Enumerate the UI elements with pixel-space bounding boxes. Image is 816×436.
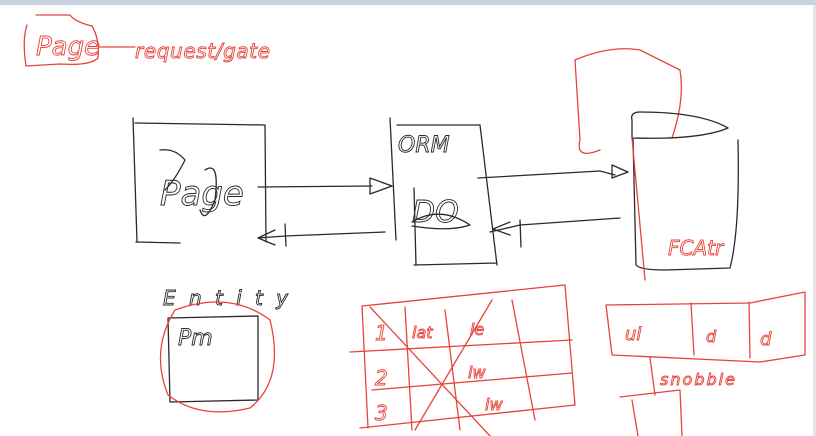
drawing: Page request/gate Page ORM DO FCAtr Enti…: [23, 14, 806, 436]
cell-2: le: [470, 320, 484, 339]
cell-4: lw: [485, 395, 503, 414]
dom-label: DO: [412, 195, 459, 230]
right-cell-2: d: [706, 327, 717, 346]
entity-box: Entity Pm: [159, 286, 290, 413]
snobble-label: snobble: [660, 370, 735, 389]
entity-label: Entity: [163, 286, 289, 310]
request-gate-label: request/gate: [135, 39, 270, 63]
database-label: FCAtr: [668, 236, 725, 260]
page-note: Page request/gate: [23, 14, 270, 67]
row-3: 3: [375, 401, 388, 425]
record-table: ul d d snobble: [605, 291, 806, 436]
row-2: 2: [375, 366, 388, 390]
page-note-label: Page: [36, 32, 100, 62]
cell-1: lat: [412, 323, 433, 342]
data-table: 1 2 3 lat le lw lw: [349, 284, 576, 436]
row-1: 1: [375, 321, 388, 345]
request-arrow: [257, 177, 393, 247]
orm-label: ORM: [398, 133, 450, 158]
query-arrow: [477, 164, 629, 248]
page-box-label: Page: [160, 174, 244, 214]
database: FCAtr: [574, 48, 739, 281]
cell-3: lw: [468, 363, 486, 382]
orm-box: ORM DO: [389, 117, 498, 266]
whiteboard-canvas[interactable]: Page request/gate Page ORM DO FCAtr Enti…: [0, 0, 816, 436]
pm-label-1: Pm: [178, 326, 213, 351]
page-box: Page: [132, 117, 267, 244]
right-cell-3: d: [760, 329, 772, 350]
right-cell-1: ul: [625, 324, 641, 345]
